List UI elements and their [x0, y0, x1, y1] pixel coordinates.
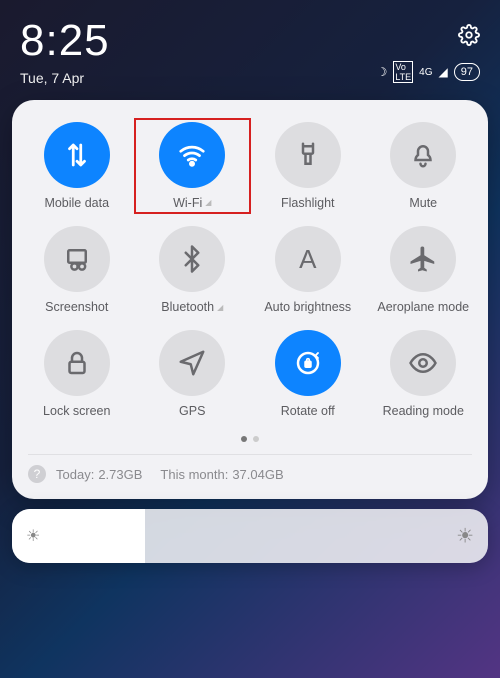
tile-lock-screen[interactable]: Lock screen [22, 330, 132, 418]
battery-level: 97 [454, 63, 480, 81]
page-dot-2 [253, 436, 259, 442]
tile-mute[interactable]: Mute [369, 122, 479, 210]
bt-signal-icon: ◢ [217, 303, 223, 312]
time: 8:25 [20, 16, 110, 66]
bluetooth-icon [159, 226, 225, 292]
tile-bluetooth[interactable]: Bluetooth◢ [138, 226, 248, 314]
tile-rotate[interactable]: Rotate off [253, 330, 363, 418]
clock: 8:25 Tue, 7 Apr [20, 16, 110, 86]
data-usage-row[interactable]: ? Today: 2.73GB This month: 37.04GB [22, 463, 478, 489]
tile-flashlight[interactable]: Flashlight [253, 122, 363, 210]
tile-screenshot[interactable]: Screenshot [22, 226, 132, 314]
airplane-icon [390, 226, 456, 292]
tiles-grid: Mobile data Wi-Fi◢ Flashlight Mute Scree [22, 116, 478, 430]
auto-brightness-icon: A [275, 226, 341, 292]
rotate-lock-icon [275, 330, 341, 396]
info-icon: ? [28, 465, 46, 483]
page-indicator [22, 430, 478, 452]
tile-mobile-data[interactable]: Mobile data [22, 122, 132, 210]
wifi-icon [159, 122, 225, 188]
dnd-icon: ☽ [377, 65, 388, 79]
usage-today-label: Today: [56, 467, 94, 482]
flashlight-icon [275, 122, 341, 188]
eye-icon [390, 330, 456, 396]
wifi-signal-icon: ◢ [205, 198, 211, 207]
status-icons: ☽ VoLTE 4G ◢ 97 [377, 61, 480, 83]
page-dot-1 [241, 436, 247, 442]
tile-gps[interactable]: GPS [138, 330, 248, 418]
brightness-low-icon: ☀ [26, 526, 40, 546]
usage-month-value: 37.04GB [232, 467, 283, 482]
mobile-data-icon [44, 122, 110, 188]
location-icon [159, 330, 225, 396]
brightness-high-icon: ☀ [456, 524, 474, 549]
volte-icon: VoLTE [393, 61, 413, 83]
brightness-slider[interactable]: ☀ ☀ [12, 509, 488, 563]
screenshot-icon [44, 226, 110, 292]
usage-month-label: This month: [160, 467, 228, 482]
tile-wifi[interactable]: Wi-Fi◢ [134, 118, 252, 214]
date: Tue, 7 Apr [20, 70, 110, 86]
divider [28, 454, 472, 455]
settings-icon[interactable] [458, 24, 480, 51]
quick-settings-panel: Mobile data Wi-Fi◢ Flashlight Mute Scree [12, 100, 488, 499]
tile-auto-brightness[interactable]: A Auto brightness [253, 226, 363, 314]
network-type: 4G [419, 67, 432, 78]
status-bar: 8:25 Tue, 7 Apr ☽ VoLTE 4G ◢ 97 [0, 0, 500, 96]
tile-reading-mode[interactable]: Reading mode [369, 330, 479, 418]
lock-icon [44, 330, 110, 396]
tile-aeroplane-mode[interactable]: Aeroplane mode [369, 226, 479, 314]
signal-icon: ◢ [439, 65, 448, 79]
bell-icon [390, 122, 456, 188]
usage-today-value: 2.73GB [98, 467, 142, 482]
